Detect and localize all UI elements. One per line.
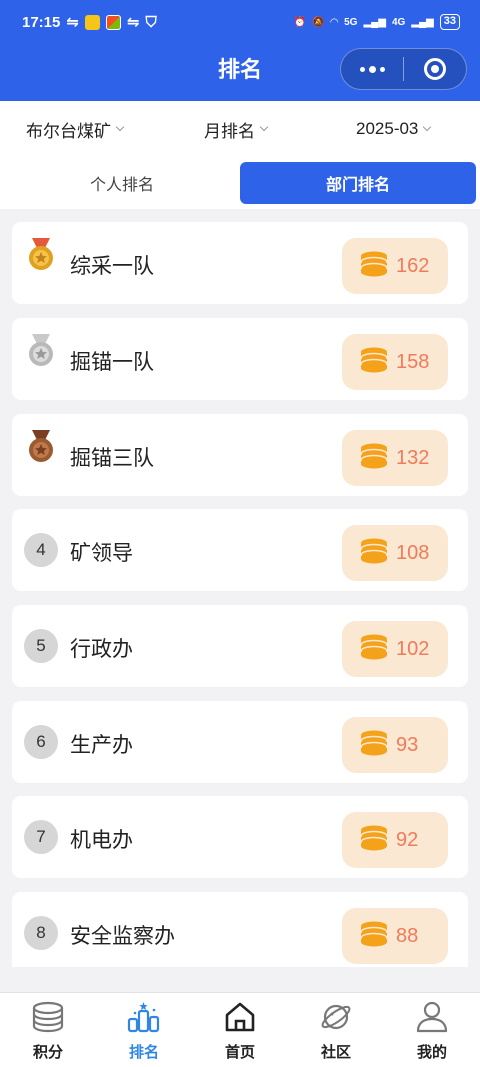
points-badge: 93 — [342, 717, 448, 773]
top-bar: 17:15 ⇋ ⇋ ⛉ ⏰ 🔕 ◠ 5G ▂▄▆ 4G ▂▄▆ 33 排名 — [0, 0, 480, 101]
points-value: 158 — [396, 350, 430, 373]
notification-app-icon — [84, 14, 100, 30]
link-icon: ⇋ — [126, 14, 140, 31]
battery-indicator: 33 — [439, 14, 460, 30]
period-selector-label: 月排名 — [204, 121, 255, 141]
more-button[interactable] — [341, 49, 403, 89]
ranking-row[interactable]: 8 安全监察办 88 — [12, 892, 468, 967]
points-badge: 132 — [342, 430, 448, 486]
nav-item-profile[interactable]: 我的 — [384, 993, 480, 1067]
month-selector[interactable]: 2025-03 — [356, 119, 432, 139]
more-dots-icon — [359, 65, 385, 73]
department-name: 生产办 — [70, 734, 133, 757]
home-icon — [223, 1001, 257, 1038]
shield-icon: ⛉ — [145, 13, 157, 31]
silver-medal-icon — [26, 334, 56, 373]
tab-personal-ranking[interactable]: 个人排名 — [4, 162, 240, 204]
period-selector[interactable]: 月排名 — [204, 117, 269, 142]
ranking-row[interactable]: 5 行政办 102 — [12, 605, 468, 687]
alarm-icon: ⏰ — [293, 16, 306, 28]
chevron-down-icon — [423, 122, 432, 132]
points-value: 93 — [396, 733, 419, 756]
ranking-tabs: 个人排名 部门排名 — [0, 157, 480, 209]
nav-item-points[interactable]: 积分 — [0, 993, 96, 1067]
nav-label-home: 首页 — [224, 1044, 255, 1061]
nav-label-points: 积分 — [32, 1044, 63, 1061]
department-name: 掘锚三队 — [70, 447, 154, 470]
nav-label-profile: 我的 — [416, 1044, 447, 1061]
app-icon — [105, 14, 121, 30]
ranking-row[interactable]: 4 矿领导 108 — [12, 509, 468, 591]
ranking-list[interactable]: 综采一队 162 掘锚一队 158 掘锚三队 132 4 矿领导 108 5 行… — [12, 222, 468, 967]
points-value: 88 — [396, 924, 419, 947]
department-name: 行政办 — [70, 638, 133, 661]
points-value: 102 — [396, 637, 430, 660]
wifi-icon: ◠ — [330, 16, 339, 28]
department-name: 机电办 — [70, 829, 133, 852]
points-value: 162 — [396, 254, 430, 277]
rank-number: 5 — [24, 629, 58, 663]
coins-icon — [360, 538, 388, 569]
bottom-nav: 积分 排名 首页 社区 我的 — [0, 992, 480, 1067]
nav-item-home[interactable]: 首页 — [192, 993, 288, 1067]
month-selector-label: 2025-03 — [356, 119, 419, 138]
points-badge: 108 — [342, 525, 448, 581]
rank-number: 6 — [24, 725, 58, 759]
points-badge: 102 — [342, 621, 448, 677]
filter-bar: 布尔台煤矿 月排名 2025-03 — [0, 101, 480, 157]
coins-icon — [360, 825, 388, 856]
rank-number: 4 — [24, 533, 58, 567]
ranking-icon — [127, 1001, 161, 1038]
bronze-medal-icon — [26, 430, 56, 469]
coins-icon — [31, 1001, 65, 1038]
ranking-row[interactable]: 掘锚三队 132 — [12, 414, 468, 496]
target-icon — [424, 58, 446, 80]
chevron-down-icon — [115, 122, 125, 132]
rank-number: 8 — [24, 916, 58, 950]
department-name: 矿领导 — [70, 542, 133, 565]
points-value: 132 — [396, 446, 430, 469]
nav-label-community: 社区 — [320, 1044, 351, 1061]
coins-icon — [360, 921, 388, 952]
coins-icon — [360, 251, 388, 282]
department-name: 综采一队 — [70, 255, 154, 278]
status-bar: 17:15 ⇋ ⇋ ⛉ ⏰ 🔕 ◠ 5G ▂▄▆ 4G ▂▄▆ 33 — [0, 0, 480, 44]
close-miniprogram-button[interactable] — [404, 49, 466, 89]
status-time: 17:15 — [22, 13, 61, 31]
points-value: 108 — [396, 541, 430, 564]
planet-icon — [319, 1001, 353, 1038]
ranking-row[interactable]: 综采一队 162 — [12, 222, 468, 304]
department-name: 安全监察办 — [70, 925, 175, 948]
department-name: 掘锚一队 — [70, 351, 154, 374]
network-type-b: 4G — [391, 16, 406, 28]
coins-icon — [360, 347, 388, 378]
mine-selector[interactable]: 布尔台煤矿 — [26, 117, 125, 142]
signal-icon: ▂▄▆ — [411, 16, 434, 28]
signal-icon: ▂▄▆ — [363, 16, 386, 28]
ranking-row[interactable]: 7 机电办 92 — [12, 796, 468, 878]
mine-selector-label: 布尔台煤矿 — [26, 121, 111, 141]
points-badge: 88 — [342, 908, 448, 964]
nav-item-ranking[interactable]: 排名 — [96, 993, 192, 1067]
coins-icon — [360, 730, 388, 761]
nav-item-community[interactable]: 社区 — [288, 993, 384, 1067]
nav-label-ranking: 排名 — [128, 1044, 159, 1061]
profile-icon — [415, 1001, 449, 1038]
coins-icon — [360, 443, 388, 474]
link-icon: ⇋ — [66, 14, 79, 31]
points-badge: 92 — [342, 812, 448, 868]
points-badge: 158 — [342, 334, 448, 390]
chevron-down-icon — [259, 122, 269, 132]
miniprogram-capsule — [340, 48, 467, 90]
mute-icon: 🔕 — [311, 16, 325, 28]
ranking-row[interactable]: 掘锚一队 158 — [12, 318, 468, 400]
ranking-row[interactable]: 6 生产办 93 — [12, 701, 468, 783]
rank-number: 7 — [24, 820, 58, 854]
gold-medal-icon — [26, 238, 56, 277]
coins-icon — [360, 634, 388, 665]
network-type-a: 5G — [344, 16, 358, 28]
tab-department-ranking[interactable]: 部门排名 — [240, 162, 476, 204]
points-badge: 162 — [342, 238, 448, 294]
points-value: 92 — [396, 828, 419, 851]
